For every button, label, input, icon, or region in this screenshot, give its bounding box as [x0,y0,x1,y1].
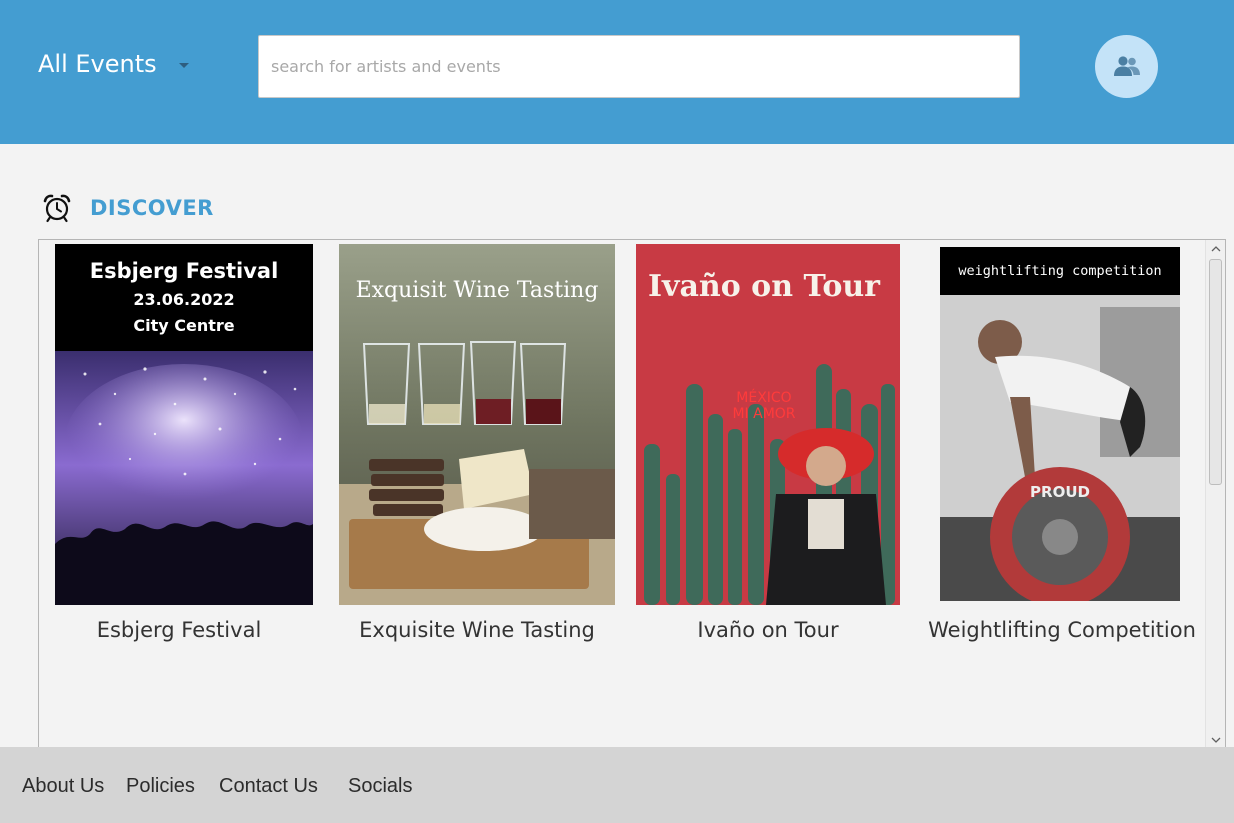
event-title: Esbjerg Festival [96,618,262,642]
footer-link-policies[interactable]: Policies [126,775,195,798]
footer-link-contact[interactable]: Contact Us [219,775,318,798]
scrollbar-thumb[interactable] [1209,259,1222,485]
event-poster-image: Esbjerg Festival 23.06.2022 City Centre [55,244,313,605]
event-title: Exquisite Wine Tasting [359,618,595,642]
poster-date: 23.06.2022 [133,290,234,309]
event-filter-label: All Events [38,50,157,78]
discover-heading: DISCOVER [42,193,214,223]
poster-sign-line1: MÉXICO [736,389,791,406]
scroll-up-button[interactable] [1206,240,1226,257]
event-card[interactable]: Esbjerg Festival 23.06.2022 City Centre … [55,244,313,654]
chevron-down-icon [178,62,189,68]
footer-link-socials[interactable]: Socials [348,775,412,798]
poster-place: City Centre [133,316,234,335]
alarm-clock-icon [43,194,71,223]
poster-title: weightlifting competition [958,263,1161,279]
poster-sign-line2: MI AMOR [732,406,795,422]
chevron-down-icon [1211,737,1221,743]
users-icon [1113,55,1140,76]
event-card[interactable]: PROUD weightlifting competition Weightli… [927,244,1209,654]
event-title: Weightlifting Competition [928,618,1196,642]
footer-link-about[interactable]: About Us [22,775,104,798]
chevron-up-icon [1211,246,1221,252]
event-list-panel: Esbjerg Festival 23.06.2022 City Centre … [38,239,1226,751]
event-poster-image: PROUD weightlifting competition [940,247,1180,601]
event-poster-image: Ivaño on Tour MÉXICO MI AMOR [636,244,900,605]
vertical-scrollbar[interactable] [1205,240,1225,749]
event-card[interactable]: Exquisit Wine Tasting Exquisite Wine Tas… [339,244,615,654]
poster-title: Exquisit Wine Tasting [356,278,599,303]
event-card[interactable]: Ivaño on Tour MÉXICO MI AMOR Ivaño on To… [636,244,900,654]
event-title: Ivaño on Tour [697,618,839,642]
poster-plate-text: PROUD [1030,483,1090,501]
event-poster-image: Exquisit Wine Tasting [339,244,615,605]
footer: About Us Policies Contact Us Socials [0,747,1234,823]
section-title: DISCOVER [90,196,214,220]
search-input[interactable] [258,35,1020,98]
top-bar: All Events [0,0,1234,144]
profile-button[interactable] [1095,35,1158,98]
event-filter-dropdown[interactable]: All Events [38,50,189,78]
poster-title: Ivaño on Tour [648,269,881,304]
poster-title: Esbjerg Festival [90,259,279,283]
